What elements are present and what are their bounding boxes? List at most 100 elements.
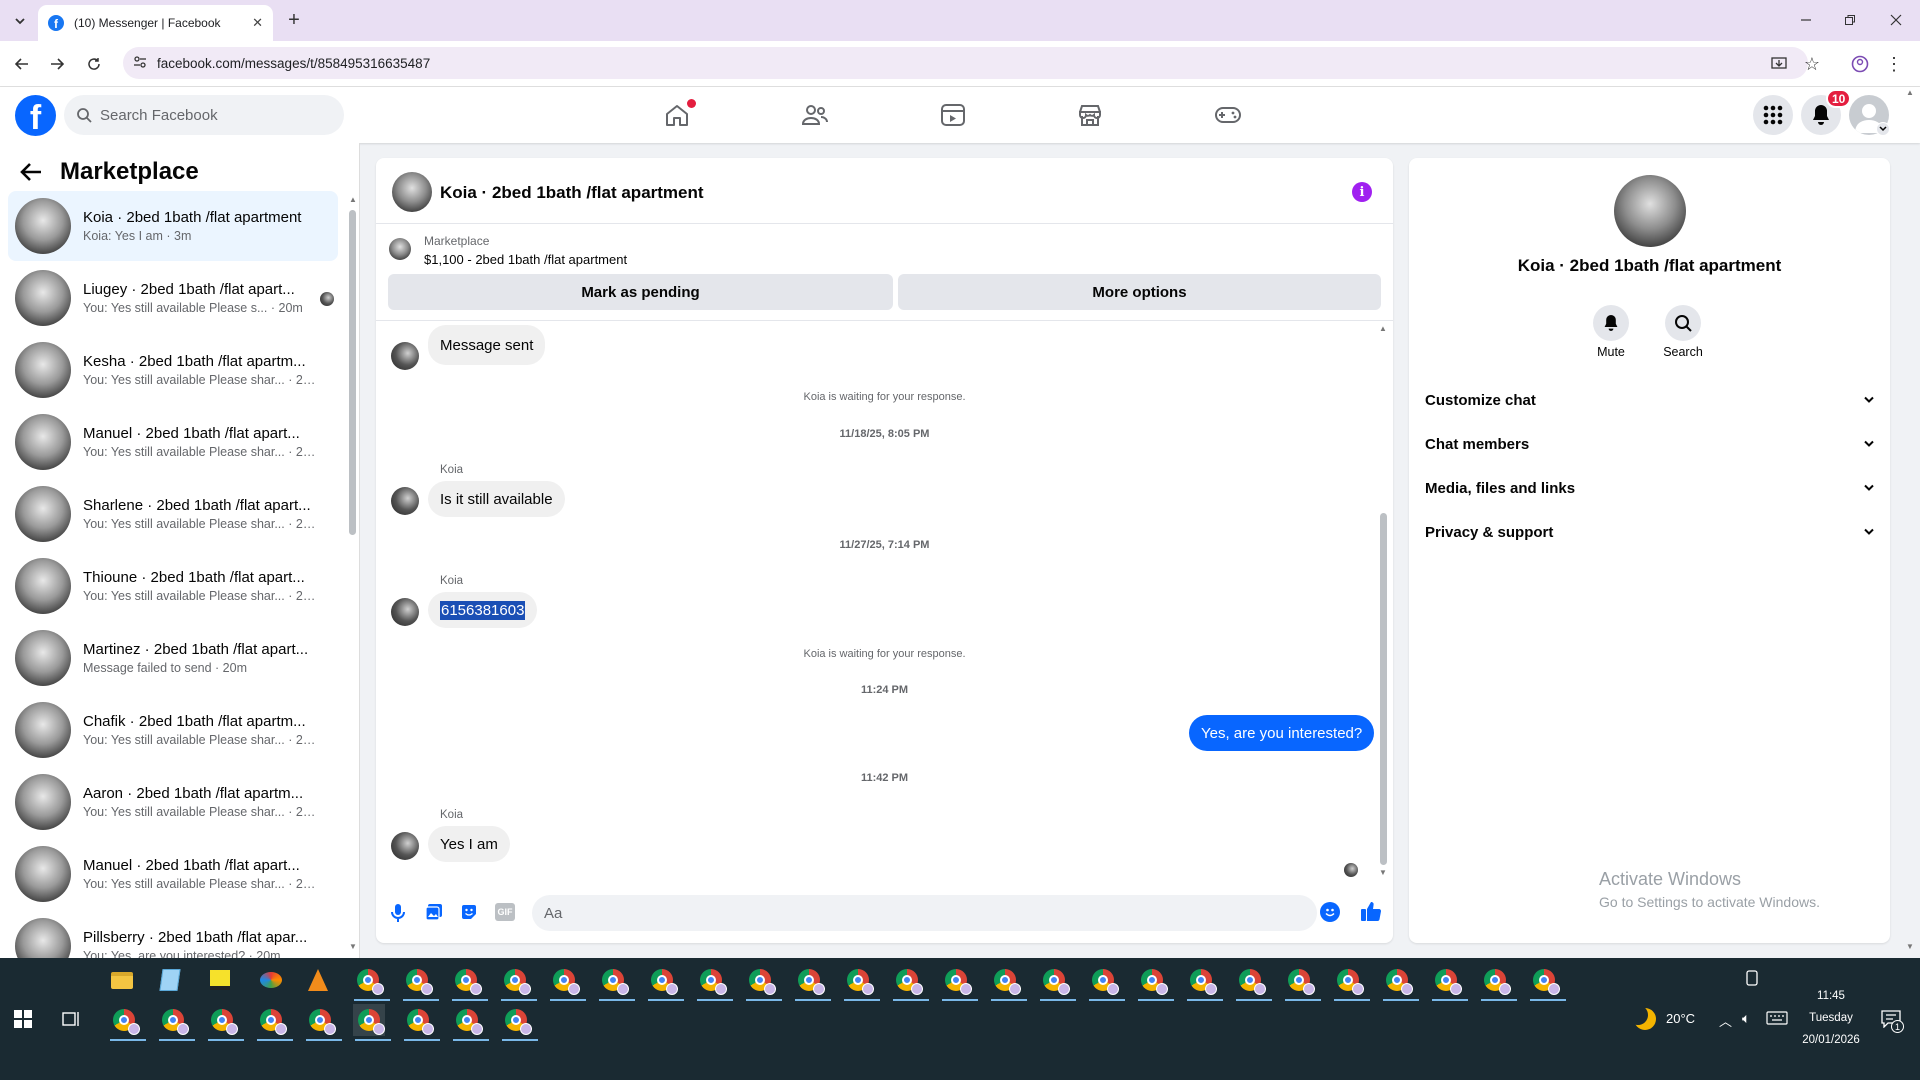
chrome-taskbar-icon[interactable] bbox=[891, 964, 929, 1001]
address-bar[interactable]: facebook.com/messages/t/858495316635487 bbox=[123, 47, 1808, 79]
search-chat-button[interactable] bbox=[1665, 305, 1701, 341]
conversation-item[interactable]: Thioune · 2bed 1bath /flat apart... You: … bbox=[8, 551, 338, 621]
forward-arrow-icon[interactable] bbox=[45, 52, 69, 76]
site-info-icon[interactable] bbox=[133, 55, 147, 72]
browser-menu-icon[interactable]: ⋮ bbox=[1884, 52, 1904, 76]
listing-title[interactable]: $1,100 - 2bed 1bath /flat apartment bbox=[424, 252, 627, 267]
nav-gaming[interactable] bbox=[1172, 95, 1284, 135]
incoming-message[interactable]: 6156381603 bbox=[428, 592, 538, 628]
details-section-row[interactable]: Media, files and links bbox=[1425, 468, 1875, 508]
chrome-taskbar-icon[interactable] bbox=[940, 964, 978, 1001]
weather-temperature[interactable]: 20°C bbox=[1666, 1011, 1695, 1026]
restore-window-icon[interactable] bbox=[1836, 8, 1864, 32]
chrome-taskbar-icon[interactable] bbox=[108, 1004, 146, 1041]
chrome-taskbar-icon[interactable] bbox=[255, 1004, 293, 1041]
koia-avatar[interactable] bbox=[391, 487, 419, 515]
chrome-taskbar-icon[interactable] bbox=[1528, 964, 1566, 1001]
conversation-item[interactable]: Manuel · 2bed 1bath /flat apart... You: Y… bbox=[8, 839, 338, 909]
close-window-icon[interactable] bbox=[1882, 8, 1910, 32]
sticky-notes-icon[interactable] bbox=[204, 964, 236, 996]
chrome-taskbar-icon[interactable] bbox=[1430, 964, 1468, 1001]
scroll-up-arrow-icon[interactable]: ▲ bbox=[349, 196, 357, 206]
chrome-taskbar-icon[interactable] bbox=[157, 1004, 195, 1041]
chrome-taskbar-icon[interactable] bbox=[499, 964, 537, 1001]
nav-video[interactable] bbox=[897, 95, 1009, 135]
incoming-message[interactable]: Is it still available bbox=[428, 481, 565, 517]
chrome-taskbar-icon[interactable] bbox=[206, 1004, 244, 1041]
windows-start-icon[interactable] bbox=[14, 1010, 32, 1028]
show-hidden-icons-icon[interactable]: ︿ bbox=[1719, 1011, 1732, 1030]
page-scroll-down-arrow-icon[interactable]: ▼ bbox=[1906, 942, 1914, 951]
outgoing-message[interactable]: Yes, are you interested? bbox=[1189, 715, 1375, 751]
more-options-button[interactable]: More options bbox=[898, 274, 1381, 310]
nav-friends[interactable] bbox=[759, 95, 871, 135]
menu-grid-button[interactable] bbox=[1753, 95, 1793, 135]
new-tab-button[interactable]: + bbox=[283, 9, 305, 31]
chrome-taskbar-icon[interactable] bbox=[304, 1004, 342, 1041]
back-arrow-icon[interactable] bbox=[20, 162, 42, 182]
chrome-taskbar-icon[interactable] bbox=[402, 1004, 440, 1041]
browser-tab-messenger[interactable]: f (10) Messenger | Facebook ✕ bbox=[38, 5, 273, 41]
account-chevron-down-icon[interactable] bbox=[1876, 122, 1890, 136]
conversation-item[interactable]: Chafik · 2bed 1bath /flat apartm... You: … bbox=[8, 695, 338, 765]
vlc-player-icon[interactable] bbox=[302, 964, 334, 996]
selected-phone-number[interactable]: 6156381603 bbox=[440, 600, 526, 620]
chrome-taskbar-icon[interactable] bbox=[352, 964, 390, 1001]
chrome-taskbar-icon[interactable] bbox=[744, 964, 782, 1001]
tablet-mode-icon[interactable] bbox=[1745, 970, 1759, 986]
clock-day[interactable]: Tuesday bbox=[1775, 1012, 1887, 1024]
incoming-message[interactable]: Yes I am bbox=[428, 826, 510, 862]
close-tab-icon[interactable]: ✕ bbox=[252, 15, 263, 31]
details-section-row[interactable]: Customize chat bbox=[1425, 380, 1875, 420]
mute-button[interactable] bbox=[1593, 305, 1629, 341]
photo-icon[interactable] bbox=[425, 903, 443, 921]
chat-avatar[interactable] bbox=[392, 172, 432, 212]
clock-time[interactable]: 11:45 bbox=[1775, 990, 1887, 1002]
chrome-taskbar-icon[interactable] bbox=[1283, 964, 1321, 1001]
speaker-icon[interactable]: 🔈︎ bbox=[1742, 1010, 1750, 1027]
conversation-item[interactable]: Liugey · 2bed 1bath /flat apart... You: Y… bbox=[8, 263, 338, 333]
search-facebook-input[interactable]: Search Facebook bbox=[64, 95, 344, 135]
chrome-taskbar-icon[interactable] bbox=[1185, 964, 1223, 1001]
task-view-icon[interactable] bbox=[62, 1010, 82, 1028]
chat-scrollbar[interactable] bbox=[1380, 513, 1387, 865]
koia-avatar[interactable] bbox=[391, 598, 419, 626]
chrome-taskbar-icon[interactable] bbox=[353, 1004, 391, 1041]
chrome-taskbar-icon[interactable] bbox=[1234, 964, 1272, 1001]
back-arrow-icon[interactable] bbox=[10, 52, 34, 76]
chrome-taskbar-icon[interactable] bbox=[1479, 964, 1517, 1001]
chrome-taskbar-icon[interactable] bbox=[1136, 964, 1174, 1001]
chrome-taskbar-icon[interactable] bbox=[548, 964, 586, 1001]
chrome-taskbar-icon[interactable] bbox=[1332, 964, 1370, 1001]
info-icon[interactable]: i bbox=[1352, 182, 1372, 202]
nav-marketplace[interactable] bbox=[1034, 95, 1146, 135]
mark-as-pending-button[interactable]: Mark as pending bbox=[388, 274, 893, 310]
chat-title[interactable]: Koia · 2bed 1bath /flat apartment bbox=[440, 183, 704, 203]
chrome-taskbar-icon[interactable] bbox=[989, 964, 1027, 1001]
file-explorer-icon[interactable] bbox=[106, 964, 138, 996]
koia-avatar[interactable] bbox=[391, 832, 419, 860]
details-section-row[interactable]: Chat members bbox=[1425, 424, 1875, 464]
conversation-item[interactable]: Sharlene · 2bed 1bath /flat apart... You:… bbox=[8, 479, 338, 549]
chrome-taskbar-icon[interactable] bbox=[1087, 964, 1125, 1001]
conversation-item[interactable]: Koia · 2bed 1bath /flat apartment Koia: Y… bbox=[8, 191, 338, 261]
message-input[interactable]: Aa bbox=[532, 895, 1317, 931]
thumbs-up-icon[interactable] bbox=[1360, 900, 1382, 922]
weather-moon-icon[interactable] bbox=[1628, 1005, 1656, 1030]
nav-home[interactable] bbox=[621, 95, 733, 135]
conversation-item[interactable]: Martinez · 2bed 1bath /flat apart... Mess… bbox=[8, 623, 338, 693]
conversation-item[interactable]: Pillsberry · 2bed 1bath /flat apar... You… bbox=[8, 911, 338, 958]
microphone-icon[interactable] bbox=[390, 903, 406, 923]
page-scroll-up-arrow-icon[interactable]: ▲ bbox=[1906, 88, 1914, 97]
scroll-down-arrow-icon[interactable]: ▼ bbox=[1379, 868, 1387, 877]
chrome-taskbar-icon[interactable] bbox=[842, 964, 880, 1001]
conversation-item[interactable]: Aaron · 2bed 1bath /flat apartm... You: Y… bbox=[8, 767, 338, 837]
chrome-taskbar-icon[interactable] bbox=[695, 964, 733, 1001]
reload-icon[interactable] bbox=[82, 52, 106, 76]
details-section-row[interactable]: Privacy & support bbox=[1425, 512, 1875, 552]
minimize-window-icon[interactable] bbox=[1792, 8, 1820, 32]
gif-icon[interactable]: GIF bbox=[495, 903, 515, 921]
listing-thumbnail[interactable] bbox=[389, 238, 411, 260]
bookmark-star-icon[interactable]: ☆ bbox=[1800, 52, 1824, 76]
chrome-taskbar-icon[interactable] bbox=[646, 964, 684, 1001]
